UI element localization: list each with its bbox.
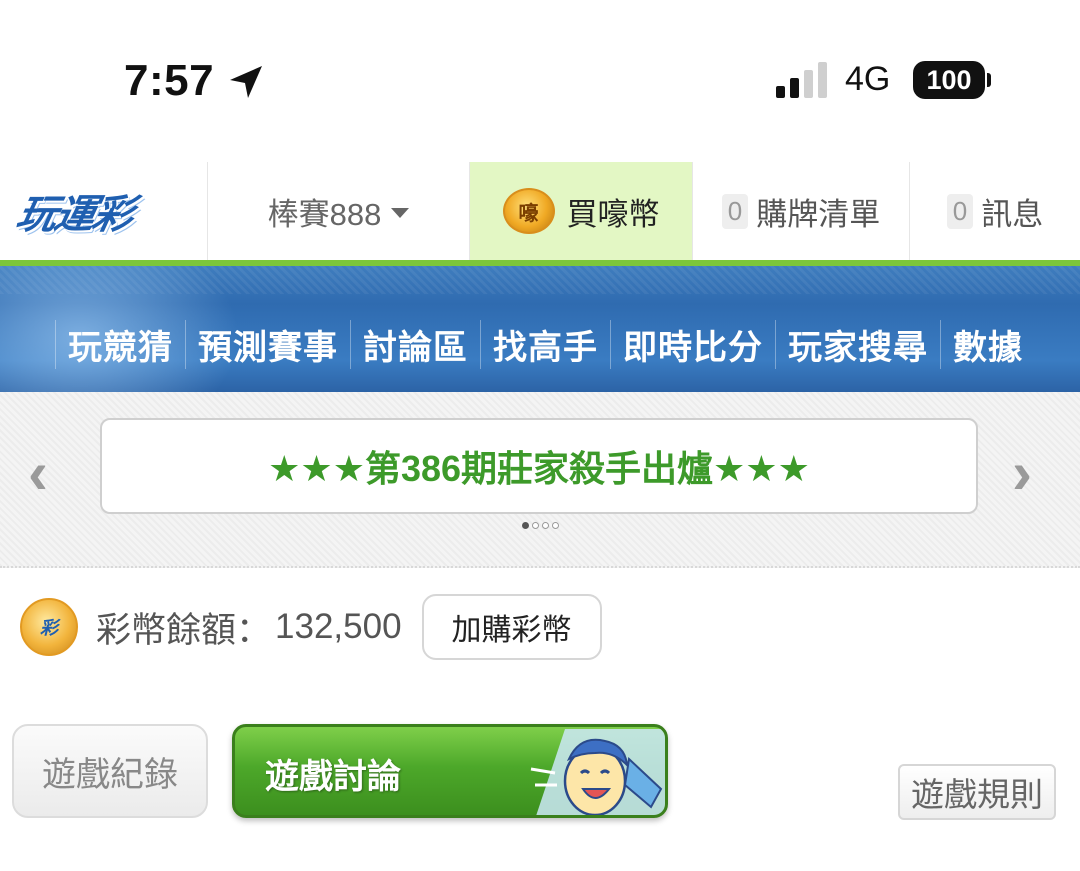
nav-item-forum[interactable]: 討論區	[350, 319, 480, 369]
tab-game-record[interactable]: 遊戲紀錄	[12, 724, 208, 818]
carousel-dot[interactable]	[522, 522, 529, 529]
nav-item-experts[interactable]: 找高手	[480, 319, 610, 369]
username: 棒賽888	[267, 196, 382, 232]
nav-items: 玩競猜 預測賽事 討論區 找高手 即時比分 玩家搜尋 數據	[55, 296, 1035, 392]
nav-item-quiz[interactable]: 玩競猜	[55, 319, 185, 369]
messages-label: 訊息	[981, 196, 1044, 232]
battery-level: 100	[926, 64, 972, 95]
buy-coin-label: 買嚎幣	[566, 196, 660, 232]
coin-icon: 嚎	[502, 188, 555, 234]
carousel-banner[interactable]: ★★★第386期莊家殺手出爐★★★	[100, 418, 978, 514]
balance-label: 彩幣餘額：	[96, 610, 272, 650]
cart-button[interactable]: 0 購牌清單	[693, 162, 910, 260]
tab-game-discussion[interactable]: 遊戲討論	[232, 724, 668, 818]
network-type: 4G	[845, 60, 891, 98]
nav-item-player-search[interactable]: 玩家搜尋	[775, 319, 940, 369]
balance-coin-icon-text: 彩	[40, 618, 58, 638]
coin-icon: 彩	[20, 598, 78, 656]
game-rules-label: 遊戲規則	[911, 776, 1043, 813]
cart-count: 0	[721, 193, 749, 229]
battery-indicator: 100	[913, 61, 985, 99]
carousel-next-icon[interactable]: ›	[1012, 438, 1032, 507]
tab-game-discussion-label: 遊戲討論	[265, 758, 401, 796]
top-header: 玩運彩 棒賽888 嚎 買嚎幣 0 購牌清單 0 訊息	[0, 162, 1080, 260]
battery-tip-icon	[987, 73, 991, 87]
location-arrow-icon	[230, 66, 262, 98]
cart-label: 購牌清單	[756, 196, 881, 232]
status-time: 7:57	[124, 56, 215, 105]
topup-button[interactable]: 加購彩幣	[421, 594, 602, 660]
status-bar: 7:57 4G 100	[0, 0, 1080, 160]
site-logo: 玩運彩	[12, 191, 137, 238]
coin-balance-row: 彩 彩幣餘額： 132,500 加購彩幣	[20, 594, 602, 660]
main-nav: 玩競猜 預測賽事 討論區 找高手 即時比分 玩家搜尋 數據	[0, 266, 1080, 392]
balance-value: 132,500	[275, 607, 402, 646]
game-rules-button[interactable]: 遊戲規則	[898, 764, 1056, 820]
carousel-dot[interactable]	[542, 522, 549, 529]
carousel-dot[interactable]	[552, 522, 559, 529]
carousel-dot[interactable]	[532, 522, 539, 529]
nav-item-predict[interactable]: 預測賽事	[185, 319, 350, 369]
carousel-dots	[522, 522, 559, 529]
user-menu[interactable]: 棒賽888	[208, 162, 470, 260]
chevron-down-icon	[391, 208, 410, 218]
messages-button[interactable]: 0 訊息	[910, 162, 1080, 260]
mascot-icon	[530, 729, 665, 815]
announcement-carousel: ‹ ★★★第386期莊家殺手出爐★★★ ›	[0, 392, 1080, 568]
nav-item-stats[interactable]: 數據	[940, 319, 1035, 369]
tab-game-record-label: 遊戲紀錄	[42, 755, 178, 794]
carousel-prev-icon[interactable]: ‹	[28, 438, 48, 507]
logo-link[interactable]: 玩運彩	[0, 162, 208, 260]
buy-coin-button[interactable]: 嚎 買嚎幣	[470, 162, 693, 260]
banner-text: ★★★第386期莊家殺手出爐★★★	[268, 448, 810, 489]
messages-count: 0	[946, 193, 974, 229]
nav-item-livescore[interactable]: 即時比分	[610, 319, 775, 369]
coin-icon-text: 嚎	[518, 202, 539, 225]
cellular-signal-icon	[776, 62, 827, 98]
